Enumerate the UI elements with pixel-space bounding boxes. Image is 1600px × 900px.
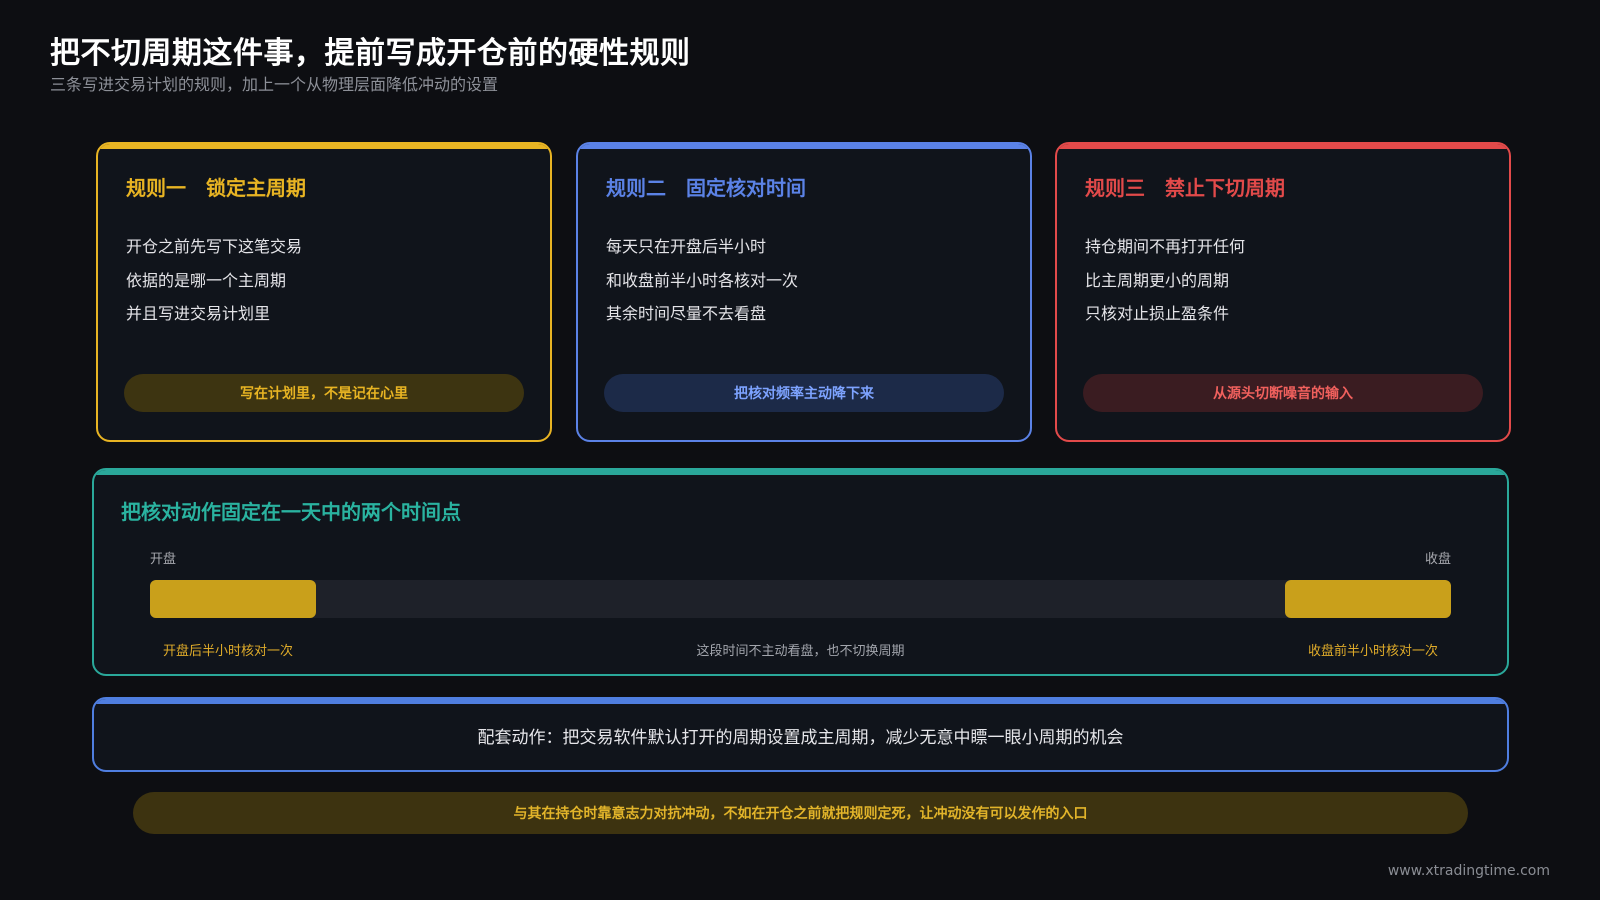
card-accent-bar	[578, 144, 1030, 149]
rule-card-body: 开仓之前先写下这笔交易 依据的是哪一个主周期 并且写进交易计划里	[126, 230, 302, 331]
timeline-close-segment	[1285, 580, 1451, 618]
card-accent-bar	[1057, 144, 1509, 149]
rule-card-tag: 写在计划里，不是记在心里	[124, 374, 524, 412]
rule-line: 依据的是哪一个主周期	[126, 270, 287, 290]
page-subtitle: 三条写进交易计划的规则，加上一个从物理层面降低冲动的设置	[50, 75, 499, 94]
rule-line: 比主周期更小的周期	[1085, 270, 1230, 290]
rule-card-2: 规则二 固定核对时间 每天只在开盘后半小时 和收盘前半小时各核对一次 其余时间尽…	[576, 142, 1032, 442]
timeline-middle-caption: 这段时间不主动看盘，也不切换周期	[696, 644, 905, 659]
page-title: 把不切周期这件事，提前写成开仓前的硬性规则	[50, 36, 691, 71]
timeline-close-caption: 收盘前半小时核对一次	[1307, 644, 1438, 659]
supporting-action-text: 配套动作：把交易软件默认打开的周期设置成主周期，减少无意中瞟一眼小周期的机会	[477, 728, 1124, 748]
timeline-panel: 把核对动作固定在一天中的两个时间点 开盘 收盘 开盘后半小时核对一次 这段时间不…	[92, 468, 1509, 676]
rule-line: 和收盘前半小时各核对一次	[606, 270, 799, 290]
rule-card-tag: 从源头切断噪音的输入	[1083, 374, 1483, 412]
rule-card-body: 每天只在开盘后半小时 和收盘前半小时各核对一次 其余时间尽量不去看盘	[606, 230, 798, 331]
rule-card-title: 规则三 禁止下切周期	[1085, 176, 1285, 200]
rule-line: 只核对止损止盈条件	[1085, 304, 1230, 323]
conclusion-banner: 与其在持仓时靠意志力对抗冲动，不如在开仓之前就把规则定死，让冲动没有可以发作的入…	[133, 792, 1468, 834]
footer-url: www.xtradingtime.com	[1387, 863, 1550, 879]
rule-card-title: 规则一 锁定主周期	[126, 176, 306, 200]
rule-card-title: 规则二 固定核对时间	[606, 176, 806, 200]
panel-accent-bar	[94, 470, 1507, 475]
rule-line: 每天只在开盘后半小时	[606, 237, 767, 256]
supporting-action-panel: 配套动作：把交易软件默认打开的周期设置成主周期，减少无意中瞟一眼小周期的机会	[92, 697, 1509, 772]
timeline-close-label: 收盘	[1424, 552, 1451, 567]
card-accent-bar	[98, 144, 550, 149]
rule-card-tag: 把核对频率主动降下来	[604, 374, 1004, 412]
timeline-title: 把核对动作固定在一天中的两个时间点	[121, 500, 461, 524]
rule-card-1: 规则一 锁定主周期 开仓之前先写下这笔交易 依据的是哪一个主周期 并且写进交易计…	[96, 142, 552, 442]
rule-card-3: 规则三 禁止下切周期 持仓期间不再打开任何 比主周期更小的周期 只核对止损止盈条…	[1055, 142, 1511, 442]
timeline-open-label: 开盘	[150, 552, 177, 567]
rule-line: 其余时间尽量不去看盘	[606, 304, 767, 323]
panel-accent-bar	[94, 699, 1507, 704]
rule-line: 开仓之前先写下这笔交易	[126, 237, 303, 256]
rule-card-body: 持仓期间不再打开任何 比主周期更小的周期 只核对止损止盈条件	[1085, 230, 1245, 331]
rule-line: 并且写进交易计划里	[126, 304, 271, 323]
rule-line: 持仓期间不再打开任何	[1085, 237, 1246, 256]
timeline-open-segment	[150, 580, 316, 618]
timeline-track	[150, 580, 1451, 618]
